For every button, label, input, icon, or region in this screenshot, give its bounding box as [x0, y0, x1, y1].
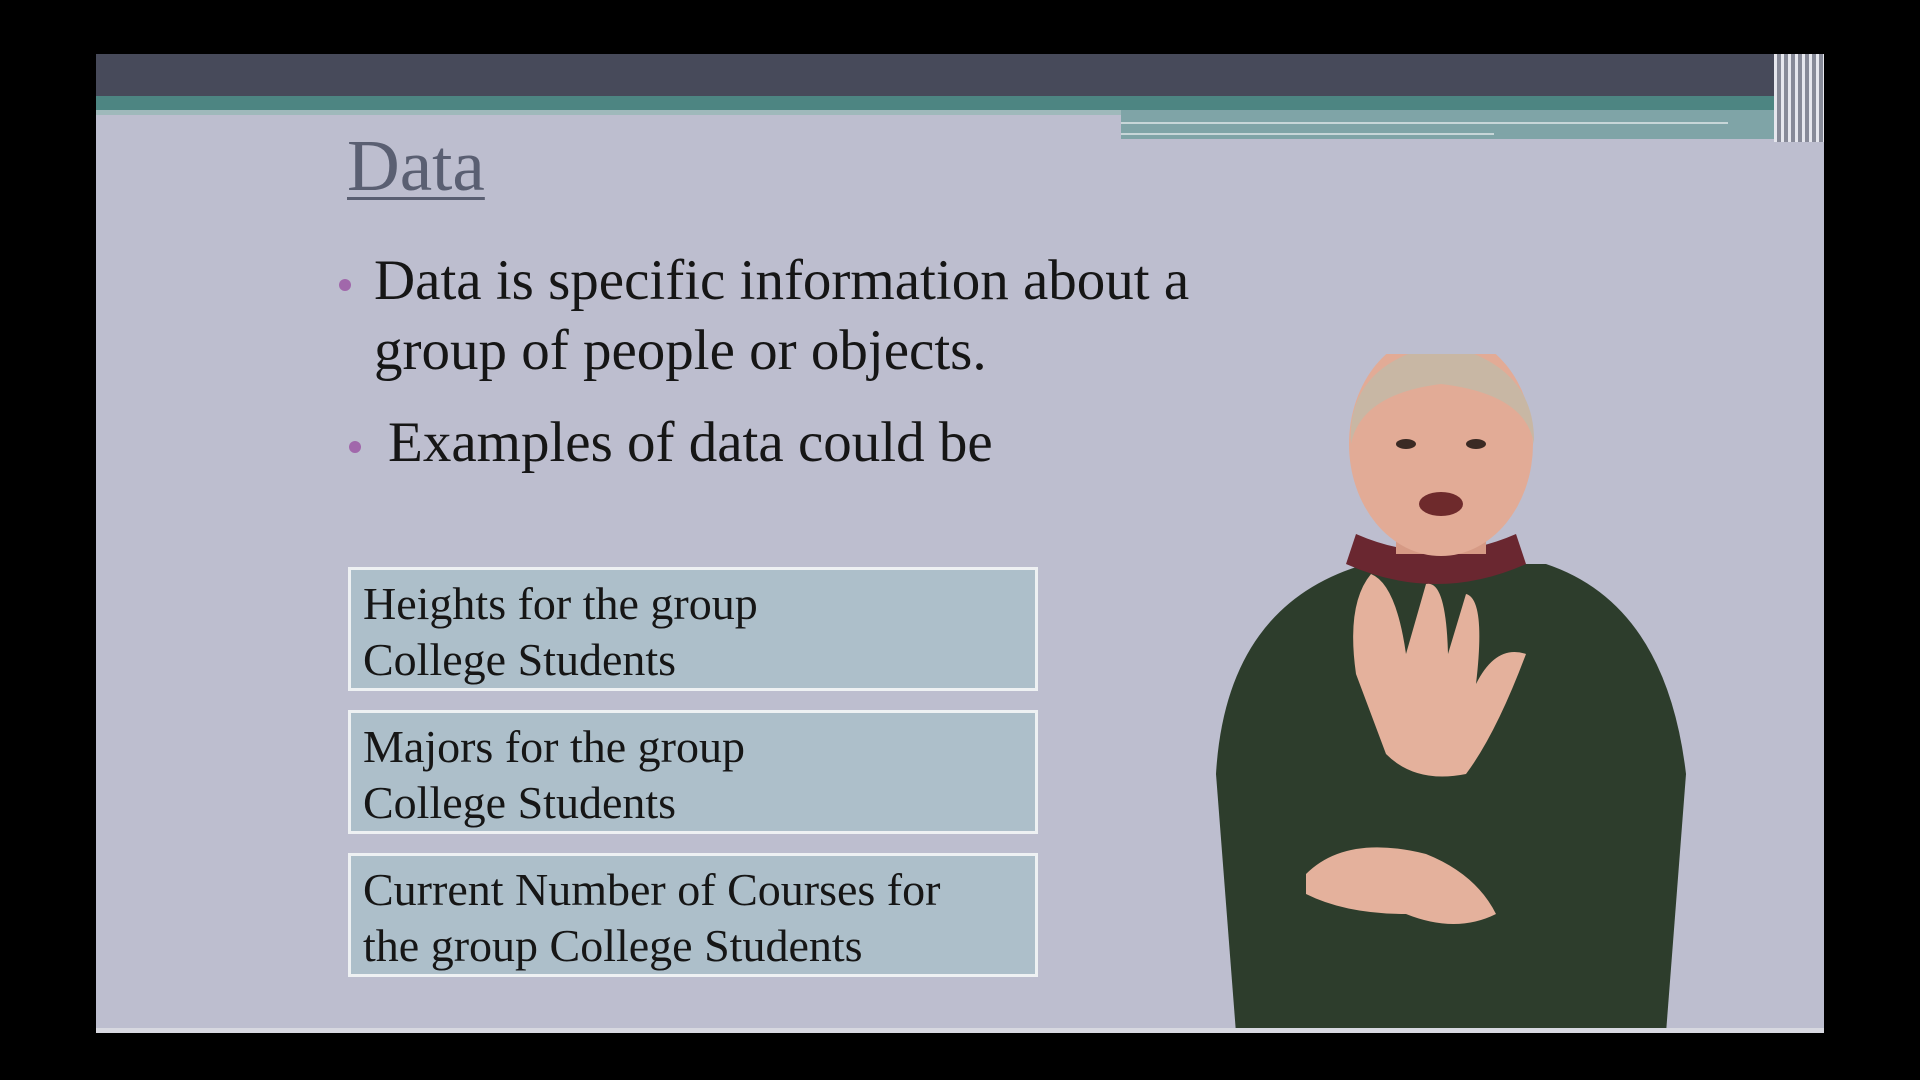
header-bar: [96, 54, 1824, 96]
presenter-eye-left: [1396, 439, 1416, 449]
example-box-courses: Current Number of Courses for the group …: [348, 853, 1038, 977]
presenter-video-overlay: [1216, 354, 1686, 1033]
example-box-majors: Majors for the group College Students: [348, 710, 1038, 834]
bullet-item: Data is specific information about a gro…: [336, 246, 1216, 386]
bullet-item: Examples of data could be: [336, 408, 1216, 478]
bullet-text: Data is specific information about a gro…: [374, 249, 1190, 382]
slide-title: Data: [347, 125, 485, 206]
header-accent-line: [96, 110, 1121, 115]
bullet-text: Examples of data could be: [388, 411, 993, 474]
header-stripes-decoration: [1774, 54, 1824, 142]
bullet-dot-icon: [349, 441, 361, 453]
bullet-list: Data is specific information about a gro…: [336, 246, 1216, 478]
presenter-sweater: [1216, 564, 1686, 1033]
header-accent-stripe-short: [1121, 133, 1494, 135]
header-accent-stripe: [1121, 122, 1728, 124]
header-accent-band: [96, 96, 1824, 110]
slide-bottom-border: [96, 1028, 1824, 1033]
presentation-slide: Data Data is specific information about …: [96, 54, 1824, 1033]
bullet-dot-icon: [339, 279, 351, 291]
presenter-mouth: [1419, 492, 1463, 516]
presenter-eye-right: [1466, 439, 1486, 449]
example-box-heights: Heights for the group College Students: [348, 567, 1038, 691]
